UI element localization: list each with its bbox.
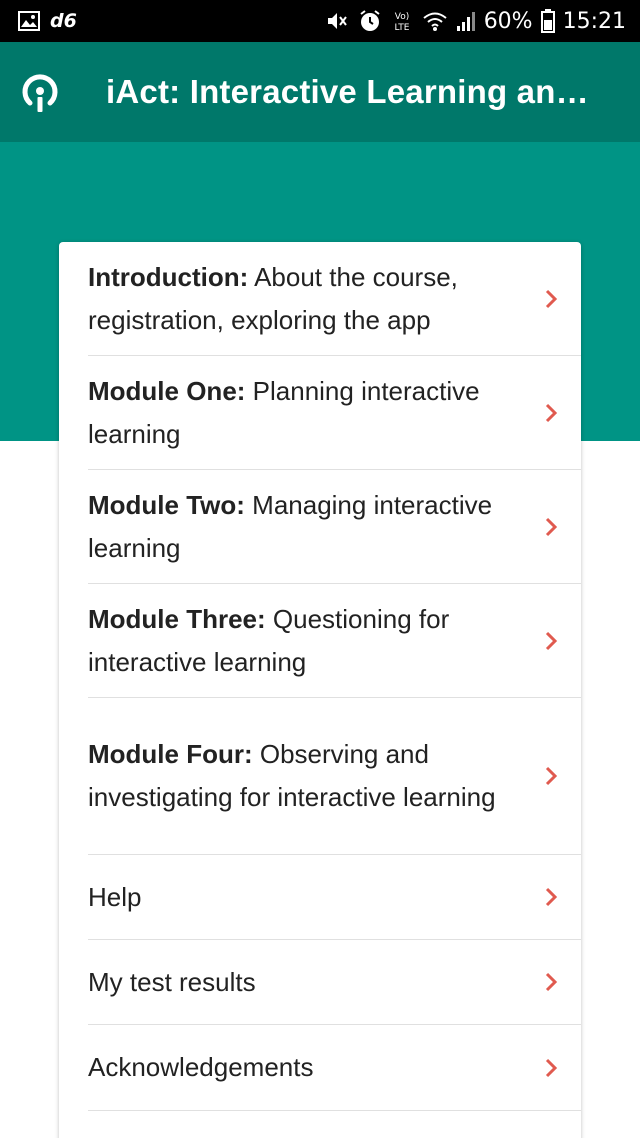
menu-item-label: My test results [88, 966, 256, 997]
app-title: iAct: Interactive Learning and … [106, 73, 606, 110]
signal-icon [456, 10, 476, 32]
chevron-right-icon [521, 886, 581, 908]
svg-text:LTE: LTE [394, 23, 409, 33]
menu-item-title: Module Four: [88, 739, 253, 769]
course-menu-list: Introduction: About the course, registra… [59, 242, 581, 1111]
chevron-right-icon [521, 288, 581, 310]
menu-item-title: Module Three: [88, 603, 266, 634]
volte-icon: Vo) LTE [390, 9, 414, 33]
chevron-right-icon [521, 402, 581, 424]
menu-item-introduction[interactable]: Introduction: About the course, registra… [88, 242, 581, 356]
menu-item-text: Module One: Planning interactive learnin… [88, 370, 521, 456]
menu-item-text: Acknowledgements [88, 1046, 521, 1089]
chevron-right-icon [521, 516, 581, 538]
menu-item-title: Module Two: [88, 489, 245, 520]
battery-percent: 60% [483, 8, 533, 34]
svg-text:Vo): Vo) [394, 12, 408, 22]
chevron-right-icon [521, 971, 581, 993]
menu-item-module-four[interactable]: Module Four: Observing and investigating… [88, 698, 581, 855]
app-bar: iAct: Interactive Learning and … [0, 42, 640, 142]
menu-item-text: My test results [88, 961, 521, 1004]
menu-item-title: Module One: [88, 375, 246, 406]
status-bar: d6 Vo) LTE 60% 15:21 [0, 0, 640, 42]
menu-item-text: Help [88, 876, 521, 919]
alarm-icon [358, 9, 382, 33]
menu-item-help[interactable]: Help [88, 855, 581, 940]
app-logo-icon [18, 67, 62, 117]
menu-item-label: Help [88, 881, 142, 912]
menu-item-module-two[interactable]: Module Two: Managing interactive learnin… [88, 470, 581, 584]
chevron-right-icon [521, 1057, 581, 1079]
course-menu-card: Introduction: About the course, registra… [59, 242, 581, 1138]
menu-item-text: Module Four: Observing and investigating… [88, 733, 521, 819]
gallery-notification-icon [18, 11, 40, 31]
menu-item-module-three[interactable]: Module Three: Questioning for interactiv… [88, 584, 581, 698]
carrier-label: d6 [50, 10, 77, 32]
chevron-right-icon [521, 630, 581, 652]
menu-item-text: Module Three: Questioning for interactiv… [88, 598, 521, 684]
menu-item-my-test-results[interactable]: My test results [88, 940, 581, 1025]
menu-item-title: Introduction: [88, 261, 249, 292]
wifi-icon [422, 10, 448, 32]
menu-item-acknowledgements[interactable]: Acknowledgements [88, 1025, 581, 1111]
chevron-right-icon [521, 765, 581, 787]
battery-icon [540, 9, 555, 33]
menu-item-label: Acknowledgements [88, 1052, 314, 1082]
menu-item-text: Introduction: About the course, registra… [88, 256, 521, 342]
mute-icon [326, 10, 350, 32]
menu-item-text: Module Two: Managing interactive learnin… [88, 484, 521, 570]
menu-item-module-one[interactable]: Module One: Planning interactive learnin… [88, 356, 581, 470]
clock: 15:21 [562, 8, 626, 34]
